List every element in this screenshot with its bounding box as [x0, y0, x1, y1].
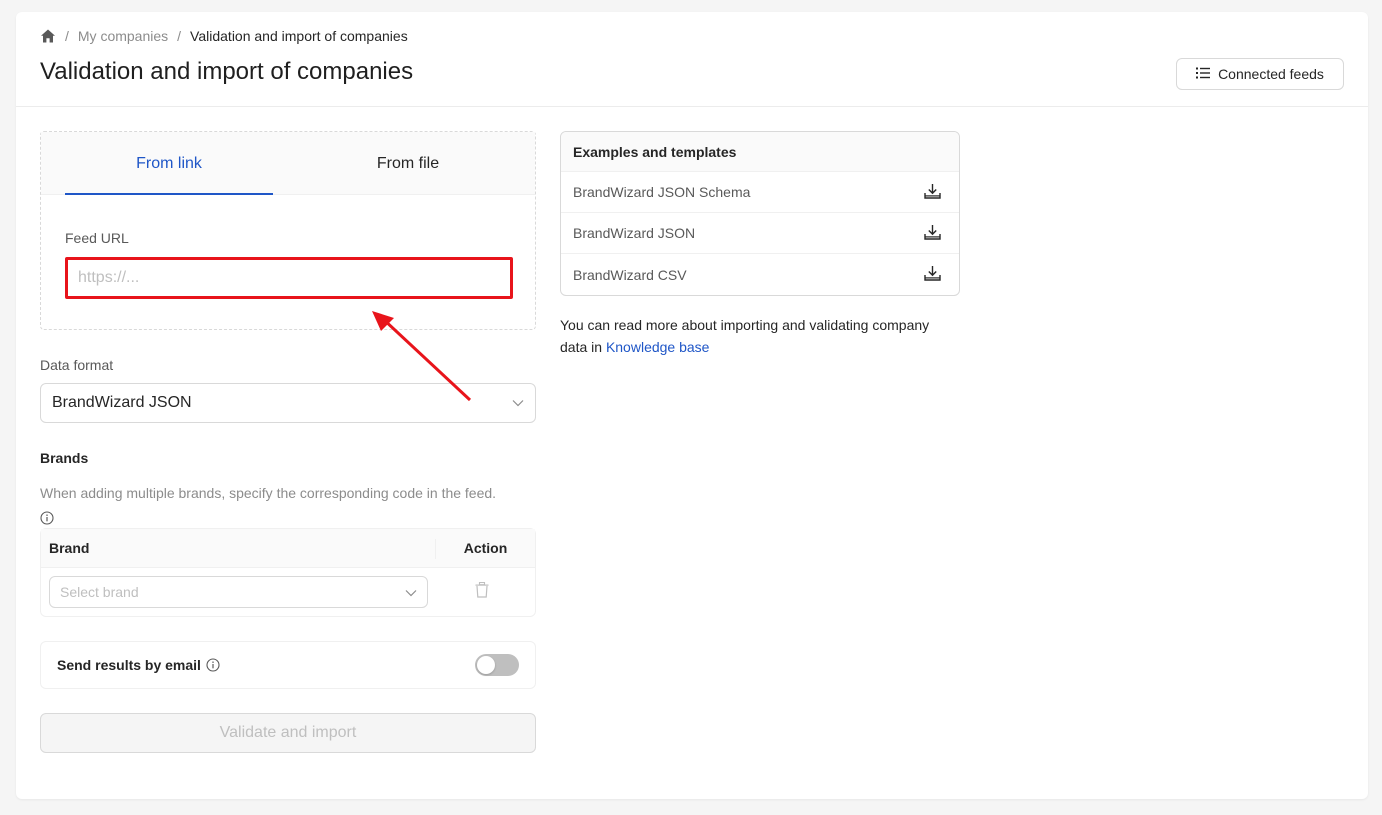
breadcrumb-current: Validation and import of companies [190, 28, 408, 44]
chevron-down-icon [405, 584, 417, 600]
column-header-action: Action [463, 540, 508, 556]
info-icon[interactable] [206, 658, 220, 672]
brands-table-header: Brand Action [41, 529, 535, 568]
examples-panel: Examples and templates BrandWizard JSON … [560, 131, 960, 358]
chevron-down-icon [512, 394, 524, 412]
data-format-label: Data format [40, 357, 114, 373]
knowledge-base-link[interactable]: Knowledge base [606, 339, 710, 355]
column-divider [435, 539, 436, 559]
breadcrumb-my-companies[interactable]: My companies [78, 28, 168, 44]
brands-hint: When adding multiple brands, specify the… [40, 482, 536, 526]
page-title: Validation and import of companies [40, 58, 414, 85]
download-icon[interactable] [924, 224, 941, 243]
tab-from-file[interactable]: From file [297, 132, 519, 195]
brands-table: Brand Action Select brand [40, 528, 536, 617]
source-tabs: From link From file [41, 132, 535, 195]
email-results-toggle[interactable] [475, 654, 519, 676]
import-form: From link From file Feed URL Data format… [40, 131, 536, 753]
brands-title: Brands [40, 450, 89, 466]
breadcrumb-separator: / [177, 28, 182, 44]
table-row: Select brand [41, 568, 535, 616]
main-card: / My companies / Validation and import o… [16, 12, 1368, 799]
toggle-knob [477, 656, 495, 674]
brand-select-placeholder: Select brand [60, 584, 139, 600]
home-icon[interactable] [40, 28, 56, 44]
trash-icon[interactable] [475, 581, 489, 603]
download-icon[interactable] [924, 183, 941, 202]
data-format-select[interactable]: BrandWizard JSON [40, 383, 536, 423]
brand-select[interactable]: Select brand [49, 576, 428, 608]
example-name: BrandWizard JSON Schema [573, 184, 751, 200]
email-results-box: Send results by email [40, 641, 536, 689]
knowledge-base-note: You can read more about importing and va… [560, 314, 960, 358]
feed-url-label: Feed URL [65, 230, 129, 246]
connected-feeds-button[interactable]: Connected feeds [1176, 58, 1344, 90]
connected-feeds-label: Connected feeds [1218, 66, 1324, 82]
active-tab-indicator [65, 193, 273, 195]
column-header-brand: Brand [49, 540, 90, 556]
action-cell [428, 581, 535, 603]
examples-title: Examples and templates [561, 132, 959, 172]
example-name: BrandWizard CSV [573, 266, 687, 283]
list-icon [1196, 66, 1211, 82]
validate-import-button[interactable]: Validate and import [40, 713, 536, 753]
email-results-text: Send results by email [57, 657, 201, 673]
email-results-label: Send results by email [57, 657, 220, 673]
download-icon[interactable] [924, 265, 941, 284]
list-item[interactable]: BrandWizard JSON Schema [561, 172, 959, 213]
brands-hint-text: When adding multiple brands, specify the… [40, 485, 497, 501]
feed-source-box: From link From file Feed URL [40, 131, 536, 330]
data-format-value: BrandWizard JSON [52, 394, 192, 411]
breadcrumb-separator: / [65, 28, 69, 44]
list-item[interactable]: BrandWizard JSON [561, 213, 959, 254]
info-icon[interactable] [40, 509, 54, 525]
tab-from-link[interactable]: From link [65, 132, 273, 195]
example-name: BrandWizard JSON [573, 225, 696, 241]
breadcrumb: / My companies / Validation and import o… [40, 27, 408, 45]
examples-list: Examples and templates BrandWizard JSON … [560, 131, 960, 296]
feed-url-input[interactable] [65, 257, 513, 299]
page-header: / My companies / Validation and import o… [16, 12, 1368, 107]
list-item[interactable]: BrandWizard CSV [561, 254, 959, 295]
